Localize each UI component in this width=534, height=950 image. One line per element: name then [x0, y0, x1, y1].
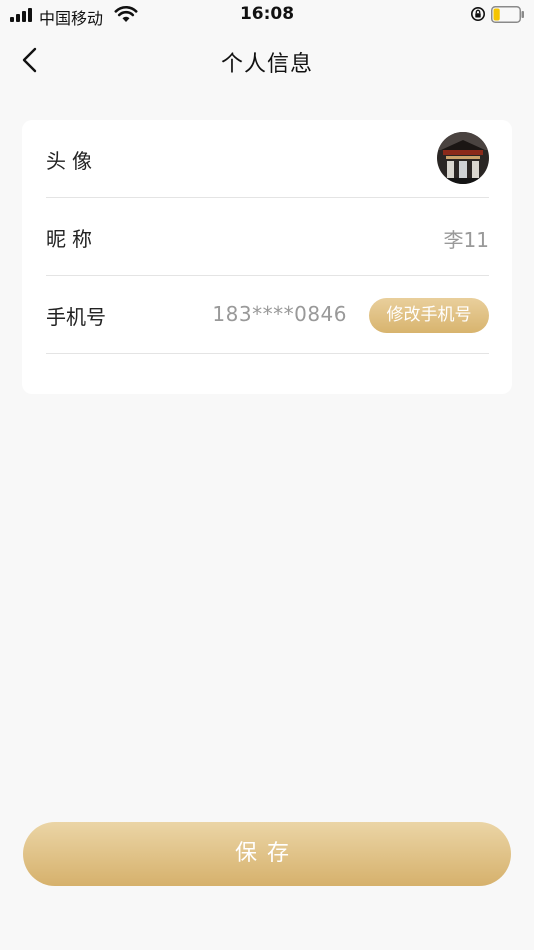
status-time: 16:08 [239, 4, 295, 24]
nickname-value: 李11 [443, 228, 489, 252]
change-phone-button[interactable]: 修改手机号 [369, 298, 489, 333]
nav-bar: 个人信息 [0, 30, 534, 90]
status-bar: 中国移动 16:08 [0, 0, 534, 30]
phone-value: 183****0846 [212, 302, 347, 326]
avatar-row[interactable]: 头像 [46, 120, 489, 198]
orientation-lock-icon [471, 7, 485, 21]
avatar-label: 头像 [46, 149, 98, 173]
battery-icon [491, 6, 524, 23]
profile-card: 头像 昵称 李11 手机号 183****0846 修改手机号 [22, 120, 512, 394]
phone-row: 手机号 183****0846 修改手机号 [46, 276, 489, 354]
nickname-label: 昵称 [46, 227, 98, 251]
screen: 中国移动 16:08 个人信息 头像 昵称 李11 手机号 183****084… [0, 0, 534, 950]
page-title: 个人信息 [220, 52, 313, 77]
nickname-row[interactable]: 昵称 李11 [46, 198, 489, 276]
save-button[interactable]: 保存 [23, 822, 511, 886]
avatar[interactable] [437, 132, 489, 184]
phone-label: 手机号 [46, 305, 106, 329]
